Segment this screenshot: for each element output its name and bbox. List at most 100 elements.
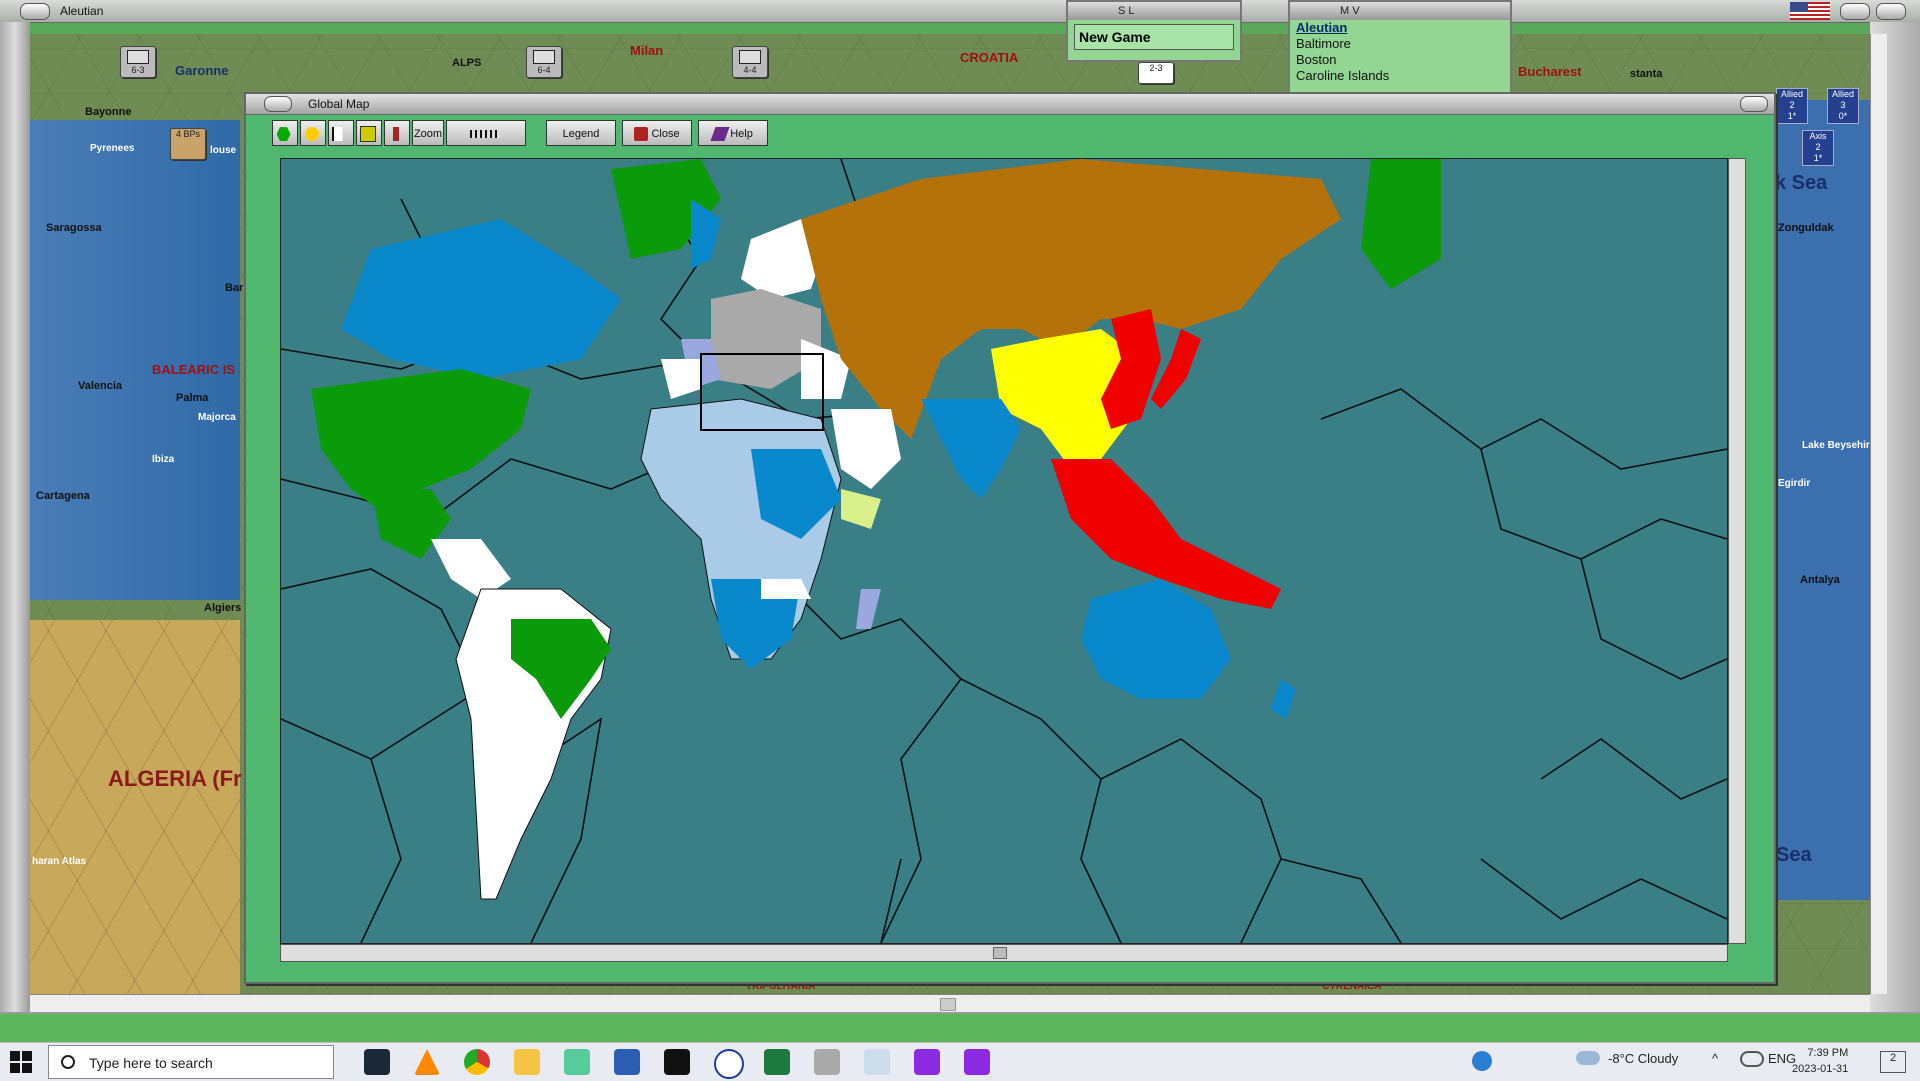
flag-button[interactable] (328, 120, 354, 146)
axis-counter-box[interactable]: Axis 2 1* (1802, 130, 1834, 166)
close-button[interactable]: Close (622, 120, 692, 146)
calculator-icon[interactable] (814, 1049, 840, 1075)
help-button[interactable]: Help (698, 120, 768, 146)
japan (1151, 329, 1201, 409)
map-horizontal-scrollbar[interactable] (280, 944, 1728, 962)
unit-strength: 4-4 (743, 65, 757, 75)
side-sub: 1* (1787, 111, 1797, 121)
unit-counter[interactable]: 2-3 (1138, 62, 1174, 84)
hex-label: stanta (1630, 68, 1663, 80)
main-vertical-scrollbar[interactable] (1870, 34, 1887, 994)
infantry-icon (127, 50, 149, 64)
steam-icon[interactable] (364, 1049, 390, 1075)
clock-date: 2023-01-31 (1792, 1063, 1849, 1075)
hex-label: Cartagena (36, 490, 90, 502)
unit-strength: 2-3 (1149, 63, 1163, 73)
network-icon[interactable] (1740, 1051, 1764, 1067)
us-flag-icon[interactable] (1790, 2, 1830, 20)
legend-button[interactable]: Legend (546, 120, 616, 146)
game-icon[interactable] (914, 1049, 940, 1075)
arabia (831, 409, 901, 489)
main-horizontal-scrollbar[interactable] (30, 994, 1870, 1013)
canada (341, 219, 621, 379)
scroll-thumb[interactable] (940, 998, 956, 1011)
mv-palette-title: M V (1290, 2, 1510, 20)
global-map-titlebar[interactable]: Global Map (246, 94, 1774, 115)
side-label: Allied (1831, 89, 1854, 99)
flag-icon (331, 127, 348, 142)
notification-center-button[interactable]: 2 (1880, 1051, 1906, 1073)
hex-label: Milan (630, 43, 664, 58)
unit-counter[interactable]: 4-4 (732, 46, 768, 78)
unit-strength: 6-3 (131, 65, 145, 75)
sl-palette-title: S L (1068, 2, 1240, 20)
chrome-icon[interactable] (464, 1049, 490, 1075)
mv-palette: M V Aleutian Baltimore Boston Caroline I… (1288, 0, 1512, 94)
disney-icon[interactable] (714, 1049, 744, 1079)
hex-label: Algiers (204, 602, 242, 614)
zoom-button[interactable]: Zoom (412, 120, 444, 146)
global-map-window: Global Map Zoom Legend Close Help (244, 92, 1776, 984)
tower-icon (392, 127, 399, 142)
new-game-item[interactable]: New Game (1074, 24, 1234, 50)
clock-time: 7:39 PM (1807, 1047, 1849, 1059)
unit-strength: 6-4 (537, 65, 551, 75)
window-menu-button[interactable] (264, 96, 292, 112)
ruler-button[interactable] (446, 120, 526, 146)
minimize-button[interactable] (1840, 3, 1870, 20)
unit-counter[interactable]: 6-3 (120, 46, 156, 78)
hex-label: Ibiza (152, 454, 175, 465)
uk (691, 199, 721, 269)
hex-label: Garonne (175, 63, 229, 78)
scenario-item[interactable]: Baltimore (1290, 36, 1510, 52)
left-frame (0, 22, 30, 1012)
weather-button[interactable] (300, 120, 326, 146)
hex-label: louse (210, 145, 237, 156)
hex-label: Egirdir (1778, 478, 1811, 489)
side-value: 2 (1815, 142, 1821, 152)
window-menu-button[interactable] (20, 3, 50, 20)
tower-button[interactable] (384, 120, 410, 146)
vlc-icon[interactable] (414, 1049, 440, 1075)
app-window-icon[interactable] (864, 1049, 890, 1075)
scenario-item[interactable]: Boston (1290, 52, 1510, 68)
weather-text[interactable]: -8°C Cloudy (1608, 1051, 1678, 1066)
side-sub: 1* (1813, 153, 1823, 163)
hex-button[interactable] (272, 120, 298, 146)
hex-label: Majorca (198, 412, 236, 423)
sahara-area (30, 620, 240, 1000)
windows-start-button[interactable] (10, 1051, 32, 1073)
netflix-icon[interactable] (664, 1049, 690, 1075)
game-icon-2[interactable] (964, 1049, 990, 1075)
help-icon[interactable] (1472, 1051, 1492, 1071)
world-map[interactable] (280, 158, 1728, 944)
unit-counter[interactable]: 6-4 (526, 46, 562, 78)
hex-label: haran Atlas (32, 856, 87, 867)
hex-label: BALEARIC IS (152, 362, 236, 377)
save-button[interactable] (356, 120, 382, 146)
word-icon[interactable] (614, 1049, 640, 1075)
notepad-icon[interactable] (564, 1049, 590, 1075)
scroll-thumb[interactable] (993, 947, 1007, 959)
global-map-title: Global Map (308, 97, 370, 111)
australia (1081, 579, 1231, 699)
sun-icon (304, 127, 319, 142)
maximize-button[interactable] (1876, 3, 1906, 20)
scenario-item[interactable]: Caroline Islands (1290, 68, 1510, 84)
excel-icon[interactable] (764, 1049, 790, 1075)
clock[interactable]: 7:39 PM 2023-01-31 (1792, 1045, 1848, 1077)
taskbar-search[interactable]: Type here to search (48, 1045, 334, 1079)
india (921, 399, 1021, 499)
side-value: 3 (1840, 100, 1846, 110)
hex-label: Lake Beysehir (1802, 440, 1870, 451)
scenario-item[interactable]: Aleutian (1290, 20, 1510, 36)
allied-counter-box[interactable]: Allied 2 1* (1776, 88, 1808, 124)
map-vertical-scrollbar[interactable] (1728, 158, 1746, 944)
side-sub: 0* (1838, 111, 1848, 121)
hex-label: Bayonne (85, 106, 132, 118)
chevron-up-icon[interactable]: ^ (1712, 1051, 1718, 1066)
bp-counter[interactable]: 4 BPs (170, 128, 206, 160)
allied-counter-box[interactable]: Allied 3 0* (1827, 88, 1859, 124)
close-window-button[interactable] (1740, 96, 1768, 112)
file-explorer-icon[interactable] (514, 1049, 540, 1075)
